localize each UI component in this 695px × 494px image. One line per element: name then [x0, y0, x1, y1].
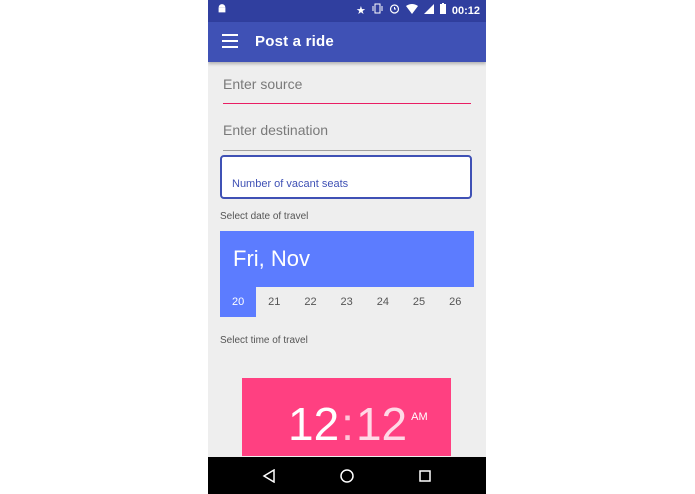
- time-separator: :: [341, 398, 354, 450]
- destination-input[interactable]: [223, 122, 471, 138]
- date-picker-days: 20 21 22 23 24 25 26: [220, 287, 474, 317]
- day-item[interactable]: 21: [256, 287, 293, 317]
- phone-screen: ★ 00:12 Post a ride Enter source Enter d…: [208, 0, 486, 494]
- android-debug-icon: [217, 3, 227, 19]
- navigation-bar: [208, 457, 486, 494]
- status-bar: ★ 00:12: [208, 0, 486, 22]
- vacant-seats-input[interactable]: [232, 178, 452, 190]
- vacant-seats-field[interactable]: [220, 155, 472, 199]
- selected-date: Fri, Nov: [233, 246, 310, 271]
- hour-value[interactable]: 12: [288, 399, 339, 449]
- source-underline: [223, 102, 471, 104]
- day-item[interactable]: 24: [364, 287, 401, 317]
- hamburger-menu-icon[interactable]: [222, 34, 238, 48]
- recents-square-icon[interactable]: [414, 465, 436, 487]
- day-item[interactable]: 26: [437, 287, 474, 317]
- day-item[interactable]: 25: [400, 287, 438, 317]
- day-item[interactable]: 23: [328, 287, 365, 317]
- date-label: Select date of travel: [220, 211, 309, 222]
- ampm-value[interactable]: AM: [411, 392, 428, 442]
- page-title: Post a ride: [255, 33, 334, 50]
- destination-underline: [223, 150, 471, 151]
- minute-value[interactable]: 12: [356, 399, 407, 449]
- wifi-icon: [405, 3, 418, 19]
- time-label: Select time of travel: [220, 335, 308, 346]
- day-item[interactable]: 20: [220, 287, 257, 317]
- status-time: 00:12: [451, 5, 480, 17]
- source-field[interactable]: [223, 76, 471, 104]
- alarm-icon: [389, 3, 400, 19]
- source-input[interactable]: [223, 76, 471, 92]
- time-picker-header[interactable]: 12 : 12 AM: [242, 378, 451, 456]
- vibrate-icon: [372, 3, 383, 19]
- app-bar: Post a ride: [208, 22, 486, 62]
- star-icon: ★: [355, 5, 366, 17]
- battery-icon: [439, 3, 446, 19]
- home-circle-icon[interactable]: [336, 465, 358, 487]
- destination-field[interactable]: [223, 122, 471, 151]
- back-triangle-icon[interactable]: [258, 465, 280, 487]
- date-picker-header[interactable]: Fri, Nov: [220, 231, 474, 287]
- day-item[interactable]: 22: [292, 287, 329, 317]
- signal-icon: [423, 3, 434, 19]
- time-display: 12 : 12 AM: [288, 392, 428, 449]
